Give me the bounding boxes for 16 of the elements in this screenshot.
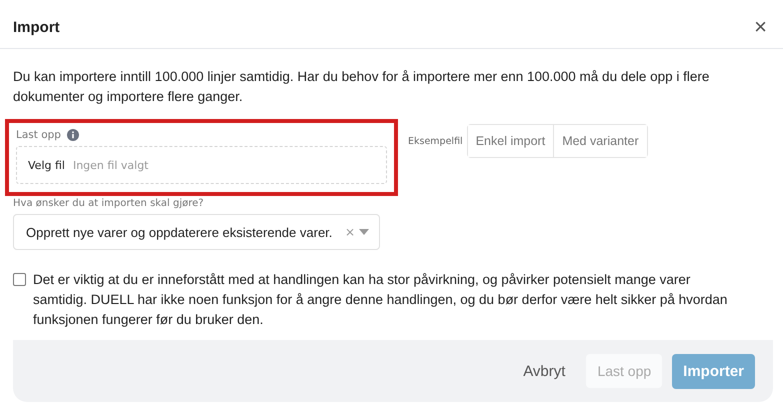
confirm-text: Det er viktig at du er inneforstått med at handlingen kan ha stor påvirkning, og påvirker potensielt mange varer samtidig. DUELL har ikke noen funksjon for å angre denne handlingen, og du bør derfor være helt sikker på hvordan funksjonen fungerer før du bruker den. [33,271,728,329]
checkbox[interactable] [13,273,26,286]
sample-file-button[interactable]: Med varianter [553,125,647,157]
file-field[interactable]: Velg fil Ingen fil valgt [16,146,387,184]
sample-file-label: Eksempelfil [408,136,463,146]
cancel-button[interactable]: Avbryt [512,354,576,388]
choose-file-button[interactable]: Velg fil [28,158,65,172]
file-status: Ingen fil valgt [72,158,148,172]
dialog-title: Import [13,18,60,36]
close-button[interactable]: × [750,14,771,40]
action-select[interactable]: Opprett nye varer og oppdaterere eksisterende varer. × [13,214,380,250]
intro-text: Du kan importere inntill 100.000 linjer samtidig. Har du behov for å importere mer enn 100.000 må du dele opp i flere dokumenter og importere flere ganger. [13,68,710,106]
upload-label: Last opp [16,129,61,141]
info-icon[interactable] [66,129,79,141]
caret-icon[interactable] [359,229,369,235]
select-label: Hva ønsker du at importen skal gjøre? [13,198,205,209]
